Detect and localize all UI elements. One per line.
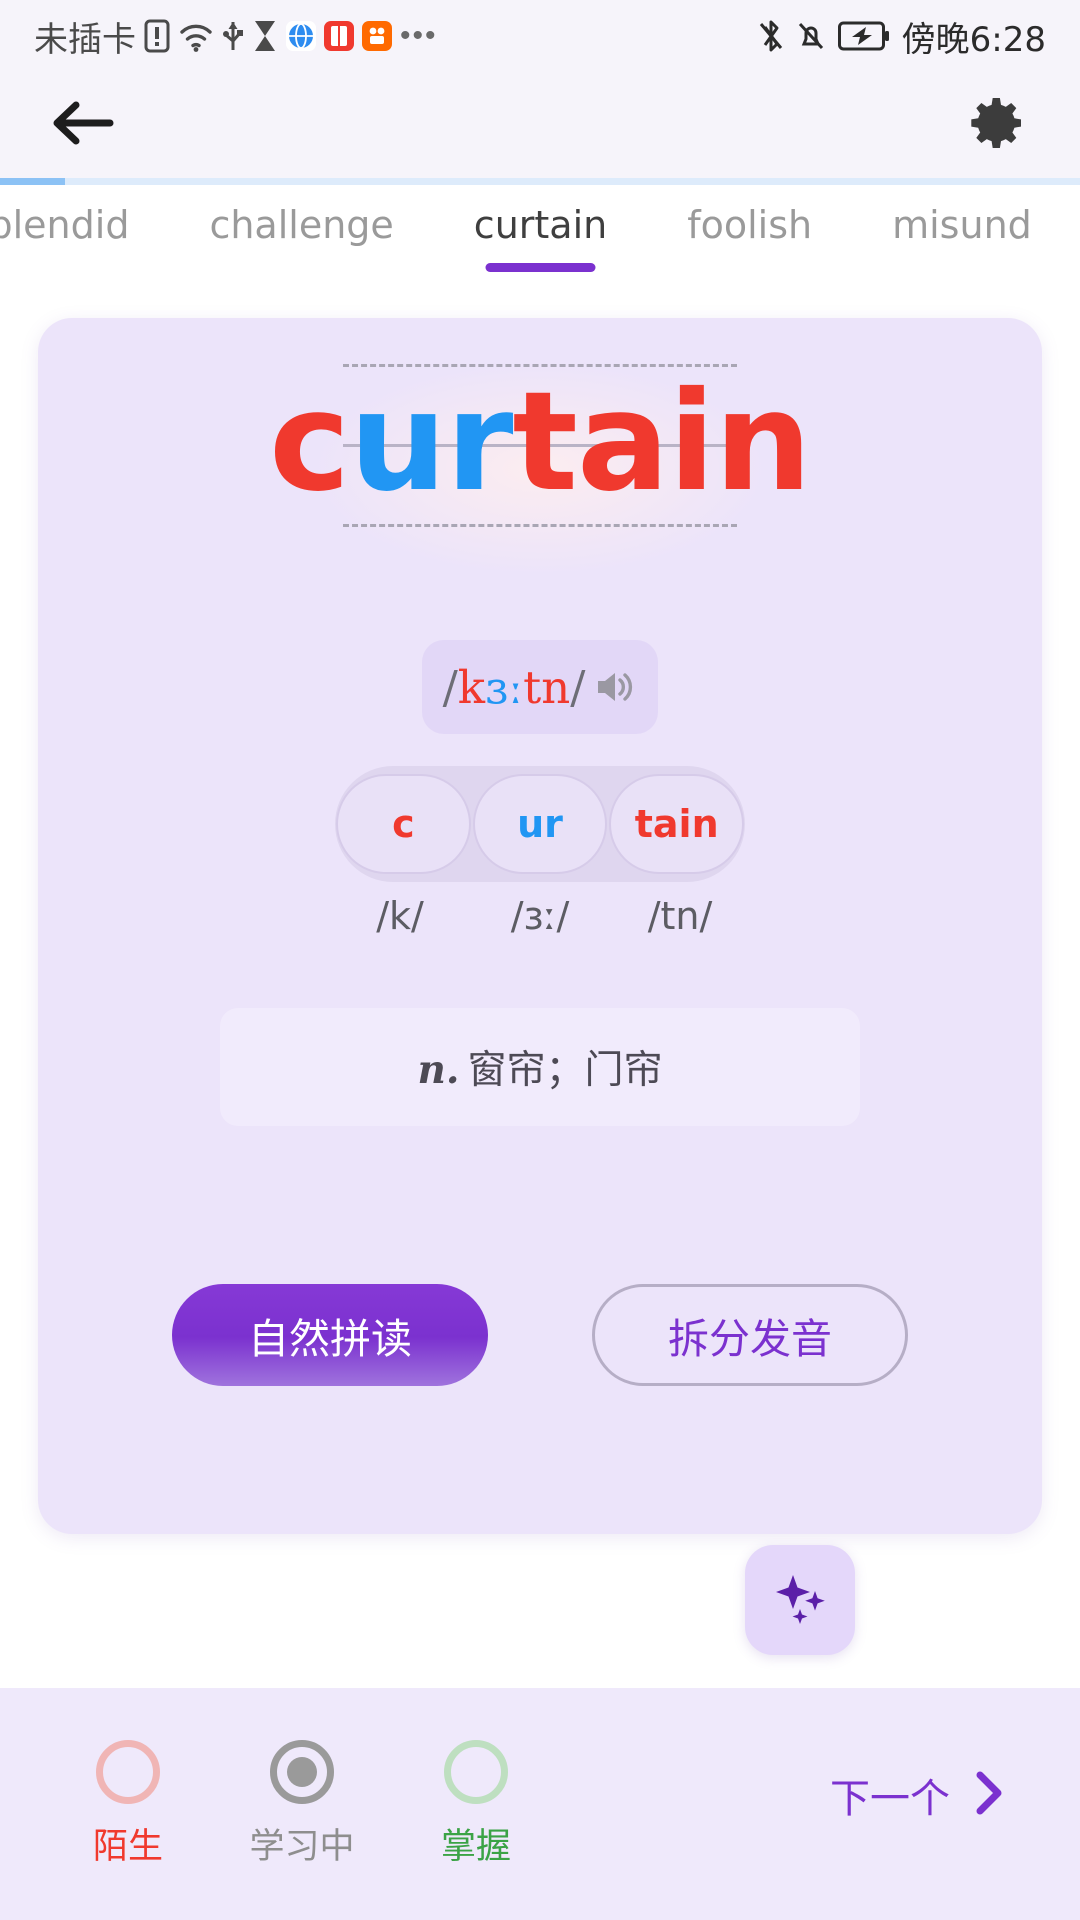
tab-misunders[interactable]: misunders <box>852 185 1028 295</box>
word-segment: tain <box>512 363 811 522</box>
phonetic-close-slash: / <box>570 660 586 714</box>
tab-label: challenge <box>209 203 394 247</box>
sparkles-icon <box>767 1565 833 1636</box>
phoneme-label: /ɜː/ <box>510 894 570 938</box>
pronunciation-button[interactable]: /kɜːtn/ <box>422 640 658 734</box>
status-radio-dot <box>287 1756 317 1787</box>
status-bar: 未插卡 ••• 傍晚6:28 <box>0 0 1080 72</box>
status-label: 陌生 <box>92 1826 163 1867</box>
wifi-icon <box>178 20 214 52</box>
definition-meaning: 窗帘；门帘 <box>467 1048 663 1093</box>
status-option-学习中[interactable]: 学习中 <box>246 1739 358 1869</box>
tab-underline <box>936 263 1028 272</box>
guide-line-bottom <box>343 524 737 527</box>
back-button[interactable] <box>46 88 120 162</box>
chevron-right-icon <box>968 1767 1008 1824</box>
hourglass-icon <box>252 19 278 53</box>
tab-foolish[interactable]: foolish <box>647 185 852 295</box>
book-app-icon <box>324 21 354 51</box>
status-radio-icon <box>444 1739 508 1804</box>
more-dots-icon: ••• <box>400 19 438 52</box>
sim-alert-icon <box>144 19 170 53</box>
globe-app-icon <box>286 21 316 51</box>
bluetooth-icon <box>758 18 784 54</box>
status-bar-left: 未插卡 ••• <box>34 12 438 61</box>
status-bar-right: 傍晚6:28 <box>758 12 1046 61</box>
definition-text: n. 窗帘；门帘 <box>418 1039 663 1095</box>
clock-label: 傍晚6:28 <box>901 19 1046 60</box>
phonetic-segment: ɜː <box>485 660 524 714</box>
tab-challenge[interactable]: challenge <box>169 185 433 295</box>
tab-underline <box>247 263 357 272</box>
status-option-陌生[interactable]: 陌生 <box>72 1739 184 1869</box>
status-option-掌握[interactable]: 掌握 <box>420 1739 532 1869</box>
familiarity-status-group[interactable]: 陌生 学习中 掌握 <box>72 1739 532 1869</box>
usb-icon <box>222 19 244 53</box>
syllable-chip[interactable]: ur <box>472 774 608 874</box>
part-of-speech-label: n. <box>417 1047 460 1093</box>
notification-muted-icon <box>796 19 826 53</box>
tab-underline <box>485 263 596 272</box>
syllable-chip[interactable]: tain <box>609 774 745 874</box>
tab-curtain[interactable]: curtain <box>434 185 647 295</box>
next-word-button[interactable]: 下一个 <box>830 1766 1008 1824</box>
tab-label: plendid <box>0 203 130 247</box>
syllable-chip[interactable]: c <box>336 774 471 874</box>
word-tab-strip[interactable]: plendid challenge curtain foolish misunders <box>0 185 1029 295</box>
phonetic-text: /kɜːtn/ <box>443 661 586 714</box>
phonetic-segment: tn <box>523 660 571 714</box>
syllable-chip-rail[interactable]: c ur tain <box>335 766 745 882</box>
definition-box: n. 窗帘；门帘 <box>220 1008 860 1126</box>
card-action-row: 自然拼读 拆分发音 <box>38 1284 1042 1386</box>
settings-button[interactable] <box>960 88 1034 162</box>
bottom-action-bar: 陌生 学习中 掌握 下一个 <box>0 1688 1080 1920</box>
word-display-area: curtain <box>38 318 1042 618</box>
lesson-progress-fill <box>0 178 65 185</box>
carrier-label: 未插卡 <box>34 19 136 60</box>
word-segment: c <box>269 363 350 522</box>
status-label: 学习中 <box>249 1826 355 1867</box>
tab-label: misunders <box>892 203 1029 247</box>
orange-app-icon <box>362 21 392 51</box>
status-radio-icon <box>270 1739 334 1804</box>
next-word-label: 下一个 <box>830 1776 950 1822</box>
phonics-button[interactable]: 自然拼读 <box>172 1284 488 1386</box>
tab-underline <box>4 263 114 272</box>
app-screen: 未插卡 ••• 傍晚6:28 plendid challenge curtain… <box>0 0 1080 1920</box>
status-label: 掌握 <box>440 1826 511 1867</box>
lesson-progress-track <box>0 178 1080 185</box>
status-radio-icon <box>96 1739 160 1804</box>
gear-icon <box>966 92 1028 159</box>
tab-underline <box>695 263 805 272</box>
tab-plendid[interactable]: plendid <box>0 185 169 295</box>
word-card: curtain /kɜːtn/ c ur tain /k//ɜː//tn/ n. 窗帘… <box>38 318 1042 1534</box>
speaker-icon[interactable] <box>593 667 637 707</box>
word-segment: ur <box>349 363 513 522</box>
tab-label: curtain <box>473 203 608 247</box>
tab-label: foolish <box>687 203 813 247</box>
phoneme-label-row: /k/ /ɜː/ /tn/ <box>330 894 750 938</box>
battery-charging-icon <box>837 21 890 51</box>
ai-assist-button[interactable] <box>745 1545 855 1655</box>
split-pronunciation-button[interactable]: 拆分发音 <box>592 1284 908 1386</box>
phoneme-label: /k/ <box>376 894 424 938</box>
word-text: curtain <box>38 374 1042 511</box>
phoneme-label: /tn/ <box>647 894 713 938</box>
arrow-left-icon <box>50 97 116 154</box>
app-bar <box>0 72 1080 178</box>
phonetic-open-slash: / <box>442 660 458 714</box>
phonetic-segment: k <box>457 660 486 714</box>
